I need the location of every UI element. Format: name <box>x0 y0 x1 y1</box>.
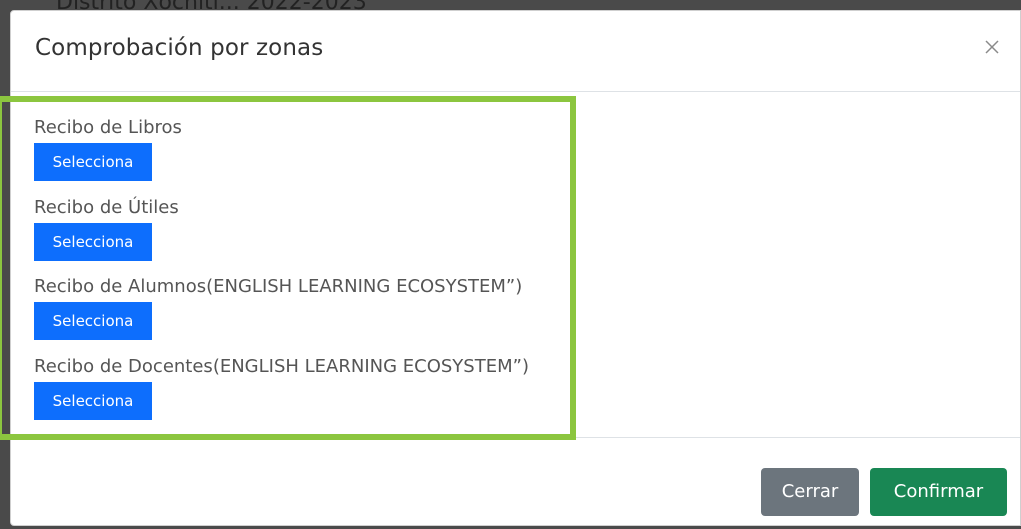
section-utiles: Recibo de Útiles Selecciona <box>34 197 179 261</box>
section-label-utiles: Recibo de Útiles <box>34 197 179 218</box>
close-icon-glyph <box>985 40 999 54</box>
section-label-alumnos: Recibo de Alumnos(ENGLISH LEARNING ECOSY… <box>34 276 523 297</box>
close-button[interactable]: Cerrar <box>761 468 859 516</box>
modal-header: Comprobación por zonas <box>11 11 1020 92</box>
confirm-button[interactable]: Confirmar <box>870 468 1007 516</box>
section-alumnos: Recibo de Alumnos(ENGLISH LEARNING ECOSY… <box>34 276 522 340</box>
section-libros: Recibo de Libros Selecciona <box>34 117 182 181</box>
select-button-utiles[interactable]: Selecciona <box>34 223 152 261</box>
select-button-alumnos[interactable]: Selecciona <box>34 302 152 340</box>
select-button-docentes[interactable]: Selecciona <box>34 382 152 420</box>
section-label-libros: Recibo de Libros <box>34 117 182 138</box>
section-docentes: Recibo de Docentes(ENGLISH LEARNING ECOS… <box>34 356 529 420</box>
select-button-libros[interactable]: Selecciona <box>34 143 152 181</box>
modal-title: Comprobación por zonas <box>35 35 324 61</box>
modal-footer: Cerrar Confirmar <box>11 437 1020 528</box>
close-icon[interactable] <box>980 35 1004 59</box>
modal-dialog: Comprobación por zonas Recibo de Libros … <box>10 10 1021 526</box>
section-label-docentes: Recibo de Docentes(ENGLISH LEARNING ECOS… <box>34 356 529 377</box>
